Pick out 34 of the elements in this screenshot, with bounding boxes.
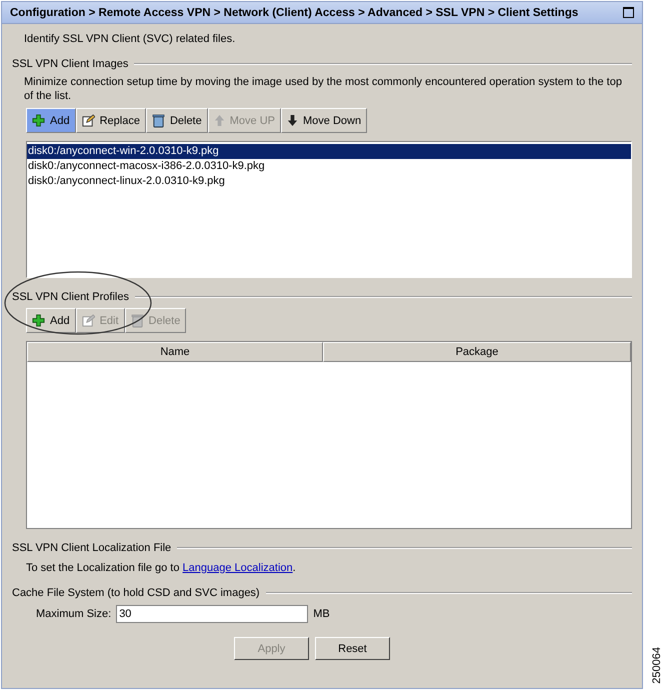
- field-label: Maximum Size:: [36, 608, 112, 620]
- down-arrow-icon: [286, 114, 298, 127]
- trash-icon: [130, 313, 144, 328]
- plus-icon: [32, 314, 45, 327]
- toolbar-button[interactable]: Add: [26, 308, 76, 333]
- section-title: SSL VPN Client Localization File: [12, 542, 172, 554]
- column-header[interactable]: Name: [27, 342, 323, 362]
- unit-label: MB: [313, 608, 330, 620]
- plus-icon: [32, 114, 45, 127]
- toolbar-button[interactable]: Delete: [146, 108, 208, 133]
- figure-number: 250064: [651, 647, 663, 684]
- toolbar-button[interactable]: Replace: [76, 108, 146, 133]
- maximize-icon[interactable]: [623, 7, 634, 18]
- toolbar-button[interactable]: Move Down: [280, 108, 368, 133]
- column-header[interactable]: Package: [323, 342, 631, 362]
- intro-text: Identify SSL VPN Client (SVC) related files.: [24, 33, 236, 45]
- period-text: .: [292, 562, 296, 574]
- section-title: Cache File System (to hold CSD and SVC images): [12, 587, 260, 599]
- action-button[interactable]: Reset: [315, 637, 390, 660]
- section-title: SSL VPN Client Images: [12, 58, 128, 70]
- file-item[interactable]: disk0:/anyconnect-win-2.0.0310-k9.pkg: [27, 144, 631, 159]
- size-input-field[interactable]: 30: [116, 605, 308, 623]
- pencil-icon: [82, 114, 95, 127]
- window-title: Configuration > Remote Access VPN > Network (Client) Access > Advanced > SSL VPN > Client Settings: [10, 6, 578, 18]
- toolbar-button[interactable]: Add: [26, 108, 76, 133]
- up-arrow-icon: [214, 114, 225, 127]
- localization-text: To set the Localization file go to: [26, 562, 180, 574]
- file-item[interactable]: disk0:/anyconnect-macosx-i386-2.0.0310-k9.pkg: [27, 159, 631, 174]
- localization-link[interactable]: Language Localization: [182, 562, 293, 574]
- pencil-icon: [82, 314, 95, 327]
- trash-icon: [152, 113, 165, 128]
- section-title: SSL VPN Client Profiles: [12, 291, 129, 303]
- file-item[interactable]: disk0:/anyconnect-linux-2.0.0310-k9.pkg: [27, 174, 631, 189]
- description-text: Minimize connection setup time by moving the image used by the most commonly encountered operation system to the top of the list.: [24, 75, 623, 103]
